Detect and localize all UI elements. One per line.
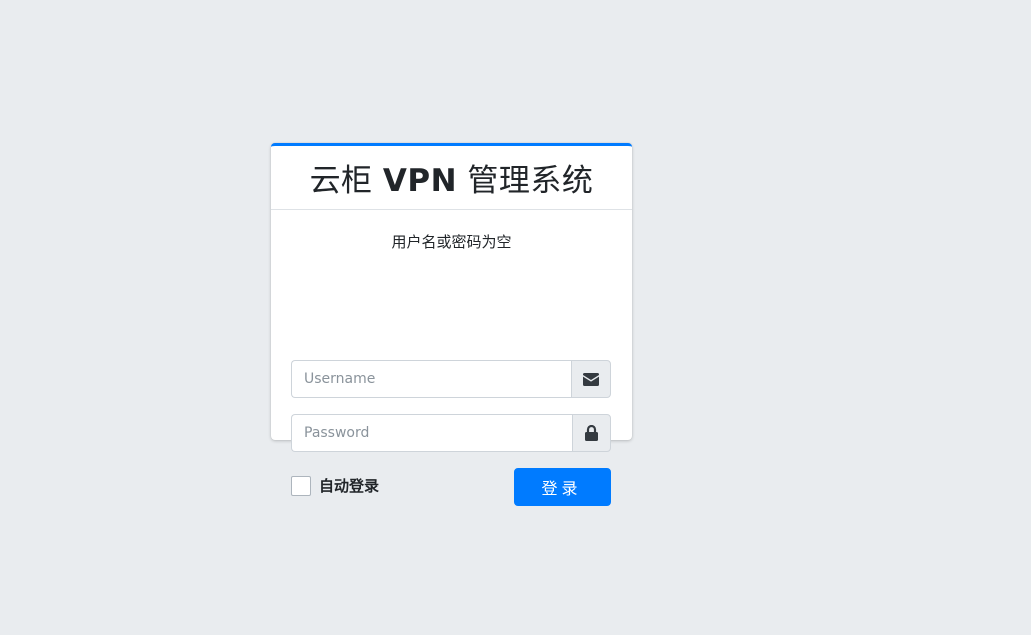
- lock-icon: [585, 425, 598, 441]
- brand-prefix: 云柜: [309, 163, 383, 199]
- login-button[interactable]: 登录: [514, 468, 611, 506]
- page-title: 云柜 VPN 管理系统: [310, 155, 594, 200]
- brand-suffix: 管理系统: [457, 163, 594, 199]
- remember-me[interactable]: 自动登录: [291, 475, 379, 496]
- card-header: 云柜 VPN 管理系统: [271, 146, 632, 210]
- password-addon: [572, 414, 611, 452]
- login-card: 云柜 VPN 管理系统 用户名或密码为空 自动登录: [271, 143, 632, 506]
- brand-bold: VPN: [382, 163, 458, 199]
- envelope-icon: [583, 372, 599, 386]
- username-input[interactable]: [291, 360, 571, 398]
- username-addon: [571, 360, 611, 398]
- remember-label: 自动登录: [319, 477, 380, 495]
- password-input[interactable]: [291, 414, 572, 452]
- remember-checkbox[interactable]: [291, 475, 311, 496]
- login-message: 用户名或密码为空: [391, 233, 512, 251]
- username-group: [291, 360, 611, 398]
- card-body: 用户名或密码为空 自动登录 登录: [271, 232, 632, 506]
- password-group: [291, 414, 611, 452]
